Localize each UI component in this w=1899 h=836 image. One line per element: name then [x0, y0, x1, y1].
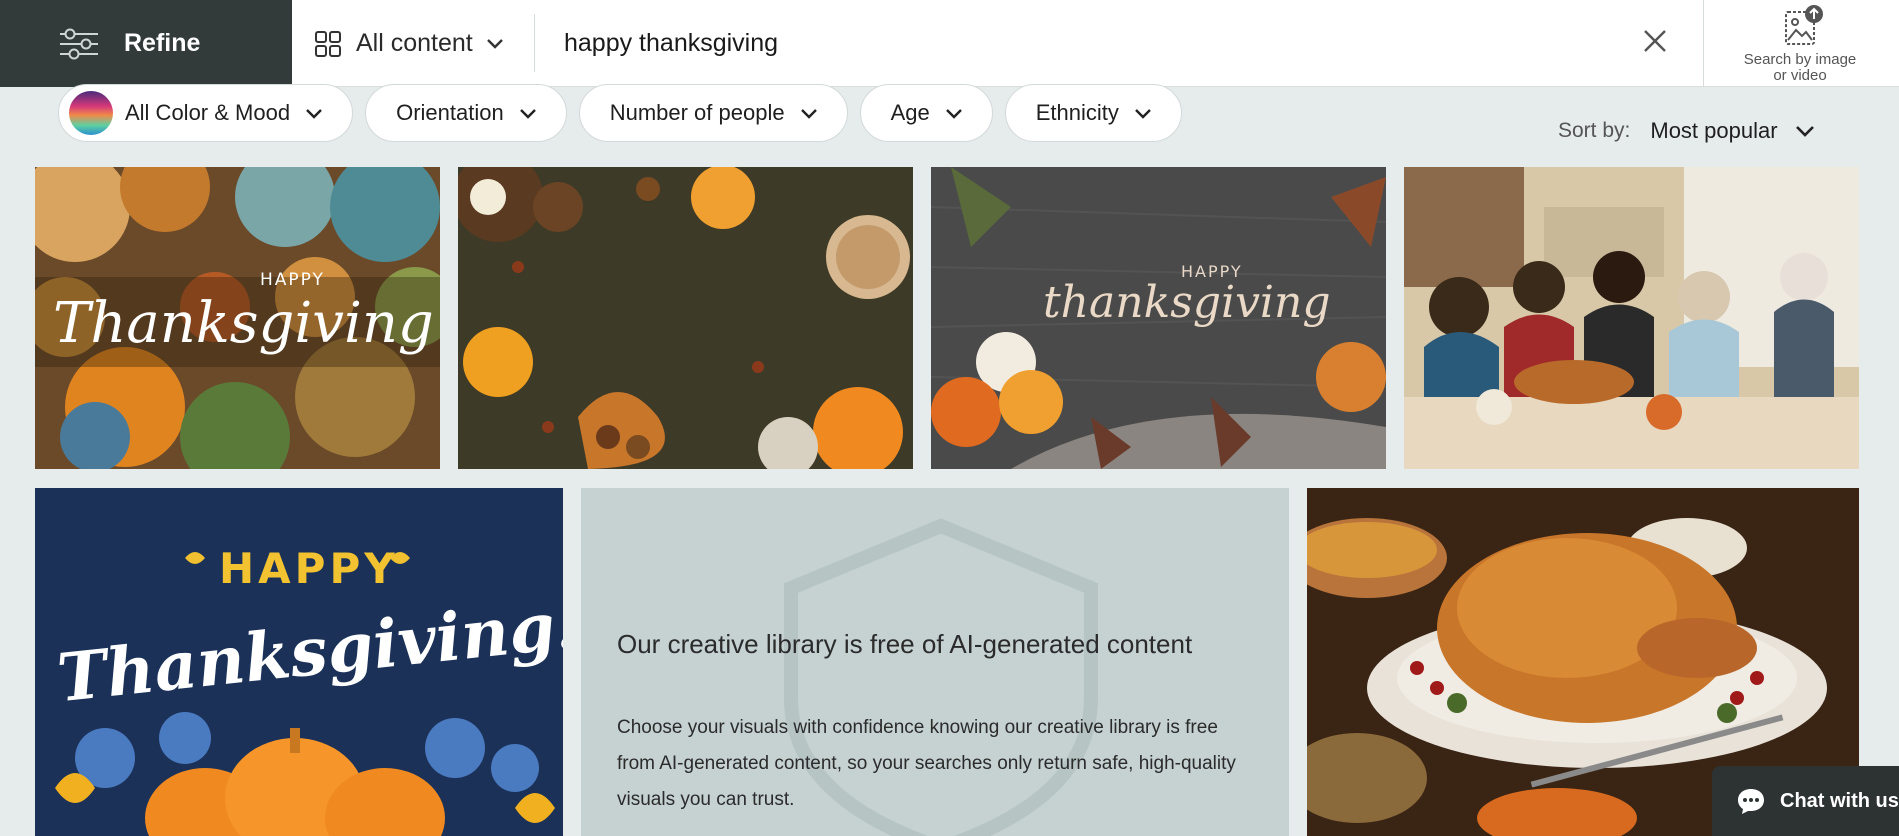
filter-orientation[interactable]: Orientation: [365, 84, 567, 142]
chevron-down-icon: [306, 108, 322, 119]
chevron-down-icon: [1135, 108, 1151, 119]
content-type-label: All content: [356, 29, 473, 57]
image-text-happy: HAPPY: [219, 544, 399, 593]
filter-color-mood[interactable]: All Color & Mood: [58, 84, 354, 142]
filter-label: All Color & Mood: [125, 100, 291, 125]
image-result[interactable]: HAPPY Thanksgiving!: [35, 488, 563, 836]
image-result[interactable]: [1404, 167, 1859, 469]
sort-label: Sort by:: [1558, 119, 1631, 142]
filter-label: Orientation: [396, 100, 504, 125]
chevron-down-icon: [486, 38, 503, 49]
filter-label: Number of people: [609, 100, 785, 125]
divider: [1703, 0, 1704, 87]
sliders-icon: [60, 28, 98, 59]
image-result[interactable]: HAPPY Thanksgiving: [35, 167, 440, 469]
search-by-image-button[interactable]: Search by image or video: [1720, 4, 1880, 84]
chevron-down-icon[interactable]: [1794, 124, 1816, 138]
refine-label: Refine: [124, 29, 201, 57]
promo-body: Choose your visuals with confidence know…: [617, 717, 1236, 810]
image-text-script: Thanksgiving: [53, 291, 434, 356]
chevron-down-icon: [800, 108, 817, 119]
chat-button[interactable]: Chat with us: [1712, 766, 1899, 836]
sort-dropdown[interactable]: Most popular: [1650, 118, 1777, 144]
chevron-down-icon: [519, 108, 536, 119]
chevron-down-icon: [945, 108, 962, 119]
filter-number-of-people[interactable]: Number of people: [578, 84, 848, 142]
refine-button[interactable]: Refine: [0, 0, 292, 87]
image-result[interactable]: HAPPY thanksgiving: [931, 167, 1386, 469]
search-input[interactable]: [564, 18, 1624, 68]
image-result[interactable]: [458, 167, 913, 469]
image-upload-icon: [1785, 5, 1823, 45]
filter-age[interactable]: Age: [859, 84, 993, 142]
image-text-happy: HAPPY: [260, 270, 325, 290]
filter-bar: All Color & Mood Orientation Number of p…: [58, 84, 1182, 144]
sort-control: Sort by: Most popular: [1558, 118, 1816, 144]
divider: [534, 14, 535, 72]
grid-icon: [315, 30, 341, 57]
promo-title: Our creative library is free of AI-gener…: [617, 629, 1193, 659]
color-mood-swatch-icon: [69, 91, 113, 135]
image-text-script: thanksgiving: [1043, 277, 1331, 328]
ai-free-promo-card: Our creative library is free of AI-gener…: [581, 488, 1289, 836]
search-by-image-label-2: or video: [1773, 67, 1827, 84]
top-bar: Refine All content Search by image or vi…: [0, 0, 1899, 87]
filter-label: Age: [890, 100, 930, 125]
chat-label: Chat with us: [1780, 789, 1899, 812]
chat-bubble-icon: [1738, 789, 1764, 814]
filter-label: Ethnicity: [1035, 100, 1119, 125]
content-type-dropdown[interactable]: All content: [292, 0, 534, 87]
search-by-image-label-1: Search by image: [1743, 51, 1857, 68]
filter-ethnicity[interactable]: Ethnicity: [1004, 84, 1182, 142]
close-icon[interactable]: [1636, 22, 1674, 60]
